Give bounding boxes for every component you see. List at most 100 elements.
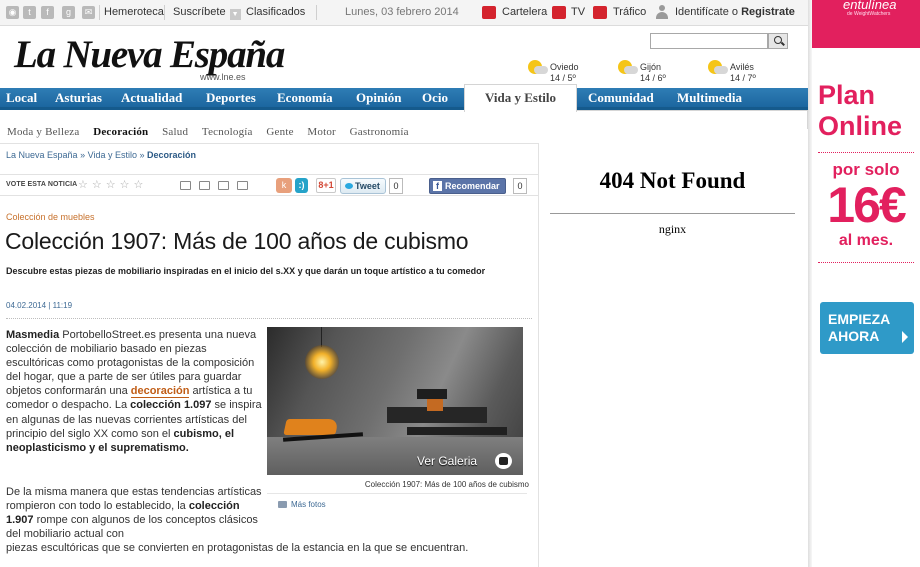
article-photo[interactable]: Ver Galeria	[267, 327, 523, 475]
article-kicker[interactable]: Colección de muebles	[6, 212, 95, 222]
rss-icon[interactable]: ◉	[6, 6, 19, 19]
cartelera-link[interactable]: Cartelera	[502, 6, 547, 18]
cloud-icon	[534, 66, 548, 74]
nav-item-opinion[interactable]: Opinión	[356, 90, 402, 106]
ad-plan: Plan Online	[818, 80, 903, 141]
date-separator: |	[48, 301, 51, 310]
subnav-item-motor[interactable]: Motor	[307, 126, 336, 138]
ad-cta-label: EMPIEZA AHORA	[828, 311, 890, 344]
weather-temp: 14 / 5º	[550, 73, 576, 83]
subnav-item-moda[interactable]: Moda y Belleza	[7, 126, 79, 138]
register-link[interactable]: Registrate	[741, 6, 795, 18]
mail-icon[interactable]: ✉	[82, 6, 95, 19]
clasificados-link[interactable]: Clasificados	[246, 6, 305, 18]
breadcrumb-home[interactable]: La Nueva España	[6, 150, 78, 160]
nav-item-comunidad[interactable]: Comunidad	[588, 90, 654, 106]
subnav-item-gastronomia[interactable]: Gastronomía	[350, 126, 409, 138]
nav-item-ocio[interactable]: Ocio	[422, 90, 448, 106]
nav-item-vida-y-estilo[interactable]: Vida y Estilo	[464, 84, 577, 112]
article-date: 04.02.2014 | 11:19	[6, 301, 72, 310]
car-icon	[593, 6, 607, 19]
text-run: rompe con algunos de los conceptos clási…	[6, 514, 258, 541]
subnav-item-salud[interactable]: Salud	[162, 126, 188, 138]
tv-icon	[552, 6, 566, 19]
top-utility-bar: ◉ t f g ✉ Hemeroteca Suscríbete ▼ Clasifi…	[0, 0, 808, 26]
photo-shelf	[417, 389, 447, 399]
nav-item-economia[interactable]: Economía	[277, 90, 333, 106]
ad-cta-button[interactable]: EMPIEZA AHORA	[820, 302, 914, 354]
site-url: www.lne.es	[200, 72, 246, 82]
sub-nav: Moda y Belleza Decoración Salud Tecnolog…	[7, 126, 420, 138]
subnav-item-decoracion[interactable]: Decoración	[93, 126, 148, 138]
search-button[interactable]	[768, 33, 788, 49]
breadcrumb-separator: »	[139, 150, 145, 160]
cloud-icon	[714, 66, 728, 74]
divider	[0, 143, 538, 144]
twitter-icon[interactable]: t	[23, 6, 36, 19]
nav-item-actualidad[interactable]: Actualidad	[121, 90, 182, 106]
meneame-button[interactable]: k	[276, 178, 292, 193]
cloud-icon	[624, 66, 638, 74]
photo-caption: Colección 1907: Más de 100 años de cubis…	[364, 480, 529, 489]
tv-link[interactable]: TV	[571, 6, 585, 18]
tweet-count: 0	[389, 178, 403, 194]
trafico-link[interactable]: Tráfico	[613, 6, 646, 18]
advertisement[interactable]: entulínea de WeightWatchers Plan Online …	[812, 0, 920, 366]
nav-item-multimedia[interactable]: Multimedia	[677, 90, 742, 106]
article-paragraph-1: Masmedia PortobelloStreet.es presenta un…	[6, 328, 264, 455]
facebook-recommend-button[interactable]: Recomendar	[429, 178, 506, 194]
login-link[interactable]: Identifícate o	[675, 6, 738, 18]
user-icon	[656, 5, 668, 19]
breadcrumb-current[interactable]: Decoración	[147, 150, 196, 160]
hemeroteca-link[interactable]: Hemeroteca	[104, 6, 164, 18]
breadcrumb-section[interactable]: Vida y Estilo	[88, 150, 137, 160]
weather-temp: 14 / 7º	[730, 73, 756, 83]
divider	[538, 143, 539, 567]
divider	[577, 110, 808, 111]
divider	[818, 262, 914, 263]
article-paragraph-2-end: piezas escultóricas que se convierten en…	[6, 542, 469, 554]
font-bigger-icon[interactable]	[218, 181, 229, 190]
nav-item-asturias[interactable]: Asturias	[55, 90, 102, 106]
bold-run: colección 1.097	[130, 399, 212, 412]
divider	[267, 493, 527, 494]
nav-item-deportes[interactable]: Deportes	[206, 90, 256, 106]
subnav-item-tecnologia[interactable]: Tecnología	[202, 126, 253, 138]
subnav-item-gente[interactable]: Gente	[266, 126, 293, 138]
ad-brand-sub: de WeightWatchers	[847, 11, 891, 17]
site-logo[interactable]: La Nueva España	[14, 32, 285, 77]
weather-city: Avilés	[730, 62, 754, 72]
login-area: Identifícate o Registrate	[675, 6, 795, 18]
error-server: nginx	[658, 222, 687, 236]
suscribete-dropdown[interactable]: Suscríbete ▼	[173, 6, 241, 20]
search-input[interactable]	[650, 33, 768, 49]
photo-lamp-cord	[321, 327, 322, 347]
decoracion-link[interactable]: decoración	[130, 385, 190, 399]
breadcrumb: La Nueva España » Vida y Estilo » Decora…	[6, 150, 196, 160]
author-name: Masmedia	[6, 329, 60, 341]
share-blue-button[interactable]: :)	[295, 178, 308, 193]
camera-icon[interactable]	[495, 453, 512, 469]
font-smaller-icon[interactable]	[237, 181, 248, 190]
googleplus-icon[interactable]: g	[62, 6, 75, 19]
article-title: Colección 1907: Más de 100 años de cubis…	[5, 228, 469, 254]
facebook-icon[interactable]: f	[41, 6, 54, 19]
main-nav: Local Asturias Actualidad Deportes Econo…	[0, 84, 808, 112]
cartelera-icon	[482, 6, 496, 19]
current-date: Lunes, 03 febrero 2014	[345, 6, 459, 18]
photo-lamp	[305, 345, 339, 379]
tweet-button[interactable]: Tweet	[340, 178, 386, 194]
ver-galeria-link[interactable]: Ver Galeria	[417, 454, 477, 468]
recommend-count: 0	[513, 178, 527, 194]
nav-active-label: Vida y Estilo	[484, 90, 557, 105]
email-icon[interactable]	[180, 181, 191, 190]
print-icon[interactable]	[199, 181, 210, 190]
ad-header-strip: entulínea de WeightWatchers	[812, 0, 920, 48]
more-photos-link[interactable]: Más fotos	[278, 500, 326, 509]
googleplus-button[interactable]: 8+1	[316, 178, 336, 193]
rating-stars[interactable]: ☆☆☆☆☆	[78, 178, 147, 191]
nav-item-local[interactable]: Local	[6, 90, 37, 106]
photo-cabinet	[407, 427, 507, 435]
divider	[99, 5, 100, 20]
divider	[818, 152, 914, 153]
